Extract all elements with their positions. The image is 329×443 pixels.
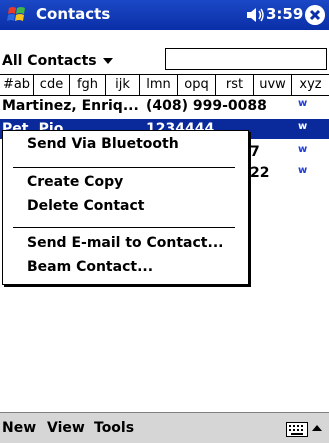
tab-cde[interactable]: cde bbox=[34, 75, 70, 95]
menu-item-create-copy[interactable]: Create Copy bbox=[27, 174, 123, 190]
chevron-down-icon bbox=[102, 58, 113, 64]
contact-name: Martinez, Enriq... bbox=[2, 98, 139, 114]
speaker-icon[interactable] bbox=[245, 6, 265, 24]
contact-phone: 22 bbox=[250, 165, 270, 181]
tab-ijk[interactable]: ijk bbox=[106, 75, 140, 95]
view-menu[interactable]: View bbox=[47, 420, 85, 436]
contact-phone: (408) 999-0088 bbox=[146, 98, 267, 114]
contact-type-tag: w bbox=[298, 98, 308, 109]
menu-item-beam-contact[interactable]: Beam Contact... bbox=[27, 259, 153, 275]
menu-item-delete-contact[interactable]: Delete Contact bbox=[27, 198, 144, 214]
menu-separator bbox=[13, 167, 235, 168]
contact-phone: 7 bbox=[250, 144, 260, 160]
tab-xyz[interactable]: xyz bbox=[292, 75, 329, 95]
close-icon[interactable] bbox=[305, 5, 325, 25]
tab-ab[interactable]: #ab bbox=[0, 75, 34, 95]
start-menu-icon[interactable] bbox=[6, 4, 28, 26]
menu-item-send-via-bluetooth[interactable]: Send Via Bluetooth bbox=[27, 136, 179, 152]
contact-row[interactable]: Martinez, Enriq... (408) 999-0088 w bbox=[0, 96, 329, 116]
tab-lmn[interactable]: lmn bbox=[140, 75, 178, 95]
category-dropdown[interactable]: All Contacts bbox=[2, 53, 113, 69]
tab-uvw[interactable]: uvw bbox=[254, 75, 292, 95]
clock[interactable]: 3:59 bbox=[266, 5, 303, 23]
contact-type-tag: w bbox=[298, 121, 308, 132]
tab-fgh[interactable]: fgh bbox=[70, 75, 106, 95]
tools-menu[interactable]: Tools bbox=[94, 420, 134, 436]
title-bar: Contacts 3:59 bbox=[0, 0, 329, 30]
contacts-screen: Contacts 3:59 All Contacts #ab cde fgh i… bbox=[0, 0, 329, 443]
app-title: Contacts bbox=[36, 5, 111, 23]
keyboard-icon[interactable] bbox=[286, 422, 308, 437]
menu-bar: New View Tools bbox=[0, 412, 329, 443]
tab-rst[interactable]: rst bbox=[216, 75, 254, 95]
tab-opq[interactable]: opq bbox=[178, 75, 216, 95]
contact-type-tag: w bbox=[298, 165, 308, 176]
new-button[interactable]: New bbox=[2, 420, 36, 436]
menu-separator bbox=[13, 227, 235, 228]
search-input[interactable] bbox=[165, 48, 327, 70]
category-label: All Contacts bbox=[2, 53, 97, 69]
menu-item-send-email[interactable]: Send E-mail to Contact... bbox=[27, 235, 223, 251]
index-tabs: #ab cde fgh ijk lmn opq rst uvw xyz bbox=[0, 74, 329, 96]
up-arrow-icon[interactable] bbox=[311, 422, 323, 436]
context-menu: Send Via Bluetooth Create Copy Delete Co… bbox=[2, 130, 249, 285]
contact-type-tag: w bbox=[298, 144, 308, 155]
